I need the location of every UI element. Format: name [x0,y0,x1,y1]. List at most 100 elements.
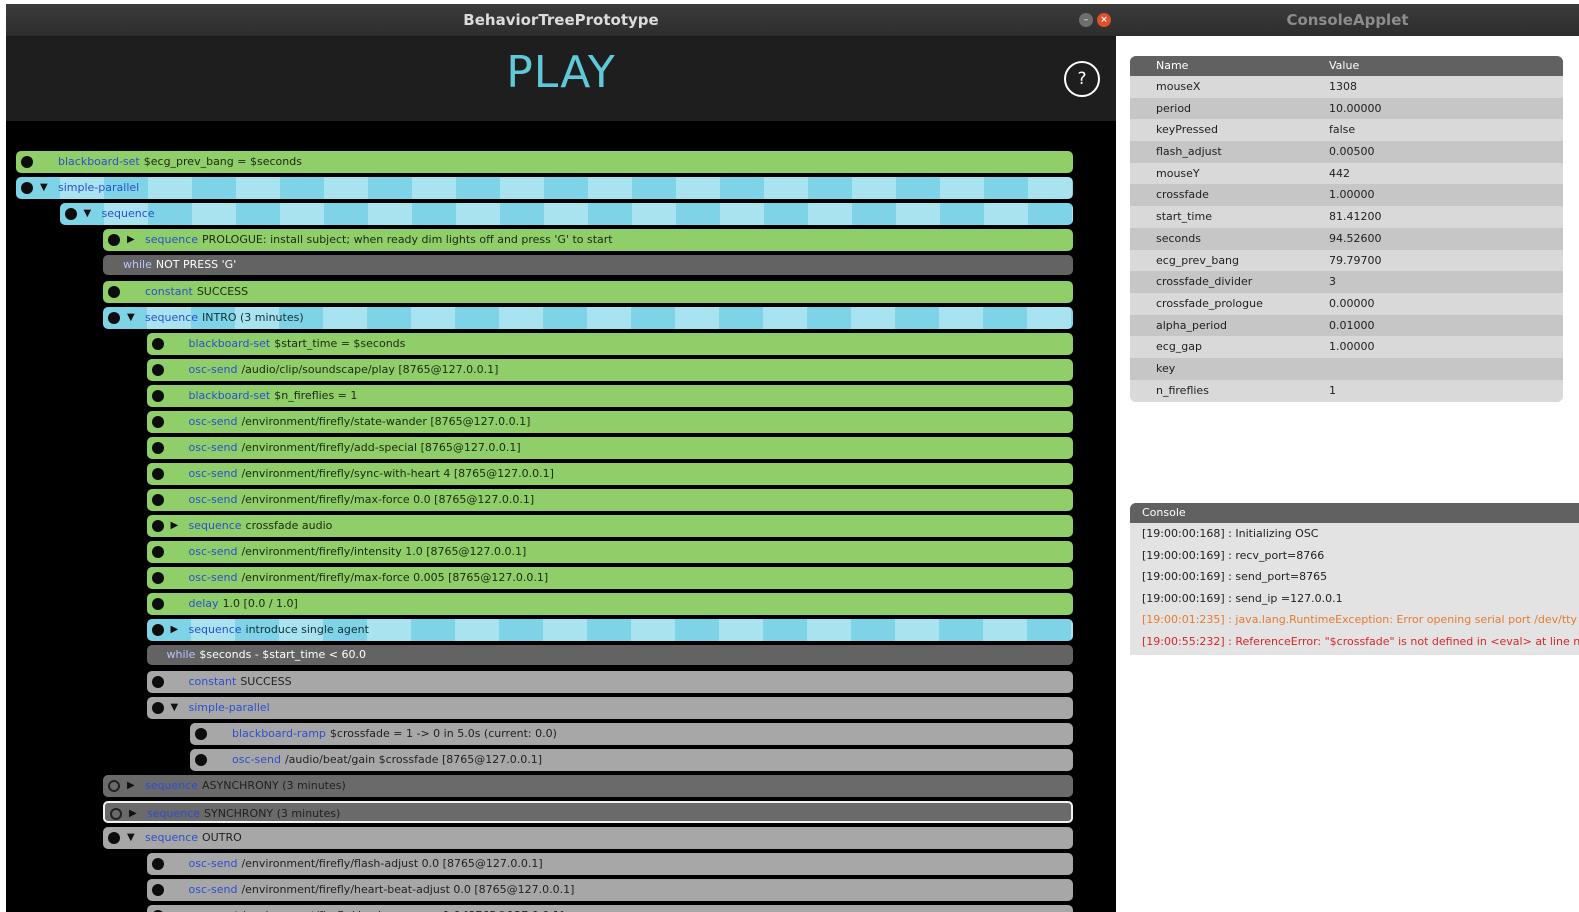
node-status-dot-icon[interactable] [21,182,33,194]
node-type-keyword: osc-send [188,857,238,870]
node-status-dot-icon[interactable] [151,390,164,402]
variable-row[interactable]: n_fireflies 1 [1130,380,1563,402]
collapse-triangle-icon[interactable]: ▼ [127,307,135,329]
node-status-dot-icon[interactable] [64,208,77,220]
tree-node[interactable]: ▶ sequence introduce single agent [146,619,1073,641]
node-status-hollow-icon[interactable] [110,808,122,820]
expand-triangle-icon[interactable]: ▶ [171,619,179,641]
tree-node[interactable]: ▼ simple-parallel [146,697,1073,719]
node-status-dot-icon[interactable] [151,624,164,636]
node-type-keyword: blackboard-ramp [232,727,326,740]
tree-node[interactable]: ▼ simple-parallel [16,177,1073,199]
tree-node[interactable]: ▶ sequence PROLOGUE: install subject; when… [103,229,1073,251]
tree-node[interactable]: osc-send/environment/firefly/state-wande… [146,411,1073,433]
node-status-dot-icon[interactable] [151,676,164,688]
node-type-keyword: blackboard-set [58,155,140,168]
collapse-triangle-icon[interactable]: ▼ [40,177,48,199]
node-status-dot-icon[interactable] [151,416,164,428]
collapse-triangle-icon[interactable]: ▼ [84,203,92,225]
tree-node[interactable]: osc-send/environment/firefly/heart-beat-… [146,879,1073,901]
node-status-hollow-icon[interactable] [108,780,120,792]
node-type-keyword: osc-send [188,883,238,896]
tree-node[interactable]: osc-send/environment/firefly/sync-with-h… [146,463,1073,485]
variable-row[interactable]: mouseY 442 [1130,163,1563,185]
tree-node-label: blackboard-ramp $crossfade = 1 -> 0 in 5.… [232,723,557,745]
node-description: introduce single agent [245,623,369,636]
node-status-dot-icon[interactable] [195,728,207,740]
tree-node[interactable]: ▶ sequence ASYNCHRONY (3 minutes) [103,775,1073,797]
console-log-line: [19:00:55:232] : ReferenceError: "$cross… [1142,634,1579,648]
node-status-dot-icon[interactable] [108,234,120,246]
expand-triangle-icon[interactable]: ▶ [129,803,137,821]
node-status-dot-icon[interactable] [151,546,164,558]
variable-row[interactable]: crossfade_prologue 0.00000 [1130,293,1563,315]
variable-row[interactable]: key [1130,357,1563,380]
node-status-dot-icon[interactable] [151,598,164,610]
tree-node[interactable]: blackboard-set $n_fireflies = 1 [146,385,1073,407]
tree-node[interactable]: osc-send/audio/beat/gain $crossfade [876… [190,749,1073,771]
variable-row[interactable]: crossfade_divider 3 [1130,271,1563,293]
node-status-dot-icon[interactable] [151,858,164,870]
node-status-dot-icon[interactable] [108,312,120,324]
expand-triangle-icon[interactable]: ▶ [127,229,135,251]
collapse-triangle-icon[interactable]: ▼ [127,827,135,849]
tree-node[interactable]: blackboard-ramp $crossfade = 1 -> 0 in 5.… [190,723,1073,745]
node-status-dot-icon[interactable] [151,468,164,480]
node-type-keyword: sequence [145,233,199,246]
tree-node[interactable]: osc-send/environment/firefly/intensity 1… [146,541,1073,563]
tree-node[interactable]: blackboard-set $start_time = $seconds [146,333,1073,355]
node-status-dot-icon[interactable] [151,572,164,584]
tree-node[interactable]: ▶ sequence crossfade audio [146,515,1073,537]
tree-node[interactable]: osc-send/audio/clip/soundscape/play [876… [146,359,1073,381]
node-description: $seconds - $start_time < 60.0 [199,648,366,661]
node-status-dot-icon[interactable] [108,832,120,844]
tree-node-label: constant SUCCESS [189,671,292,693]
tree-node[interactable]: constant SUCCESS [146,671,1073,693]
variable-row[interactable]: ecg_prev_bang 79.79700 [1130,250,1563,272]
tree-node[interactable]: constant SUCCESS [103,281,1073,303]
node-status-dot-icon[interactable] [151,442,164,454]
node-status-dot-icon[interactable] [195,754,207,766]
variable-row[interactable]: ecg_gap 1.00000 [1130,336,1563,358]
tree-node[interactable]: while $seconds - $start_time < 60.0 [146,645,1073,665]
variable-row[interactable]: mouseX 1308 [1130,76,1563,98]
variables-table: Name Value mouseX 1308 period 10.00000 keyPr… [1130,56,1563,402]
tree-node[interactable]: osc-send/environment/firefly/max-force 0… [146,489,1073,511]
node-status-dot-icon[interactable] [151,702,164,714]
node-status-dot-icon[interactable] [151,364,164,376]
variable-row[interactable]: seconds 94.52600 [1130,227,1563,250]
tree-node[interactable]: osc-send/environment/firefly/max-force 0… [146,567,1073,589]
variable-row[interactable]: start_time 81.41200 [1130,206,1563,228]
console-applet-window: ConsoleApplet Name Value mouseX 1308 perio… [1116,4,1579,912]
variable-row[interactable]: crossfade 1.00000 [1130,184,1563,207]
variable-row[interactable]: period 10.00000 [1130,97,1563,120]
tree-node[interactable]: blackboard-set $ecg_prev_bang = $seconds [16,151,1073,173]
variable-row[interactable]: alpha_period 0.01000 [1130,314,1563,337]
node-status-dot-icon[interactable] [151,338,164,350]
tree-node-label: blackboard-set $start_time = $seconds [189,333,406,355]
variable-value: 1.00000 [1329,188,1375,202]
expand-triangle-icon[interactable]: ▶ [171,515,179,537]
tree-node[interactable]: ▼ sequence [59,203,1073,225]
tree-node[interactable]: ▼ sequence INTRO (3 minutes) [103,307,1073,329]
node-status-dot-icon[interactable] [21,156,33,168]
node-status-dot-icon[interactable] [151,520,164,532]
tree-node[interactable]: osc-send/environment/firefly/flash-adjus… [146,853,1073,875]
tree-node[interactable]: delay 1.0 [0.0 / 1.0] [146,593,1073,615]
variable-row[interactable]: keyPressed false [1130,119,1563,141]
tree-node-label: simple-parallel [58,177,139,199]
tree-node[interactable]: osc-send/environment/firefly/add-special… [146,437,1073,459]
node-status-dot-icon[interactable] [151,884,164,896]
tree-node[interactable]: ▼ sequence OUTRO [103,827,1073,849]
tree-node[interactable]: osc-send/environment/firefly/dc-phase-gr… [146,905,1073,912]
variable-row[interactable]: flash_adjust 0.00500 [1130,141,1563,163]
collapse-triangle-icon[interactable]: ▼ [171,697,179,719]
console-titlebar[interactable]: ConsoleApplet [1116,4,1579,36]
node-status-dot-icon[interactable] [151,494,164,506]
tree-node[interactable]: ▶ sequence SYNCHRONY (3 minutes) [103,801,1073,823]
variable-value: 3 [1329,275,1336,289]
expand-triangle-icon[interactable]: ▶ [127,775,135,797]
tree-node[interactable]: while NOT PRESS 'G' [103,255,1073,275]
node-type-keyword: sequence [188,519,242,532]
node-status-dot-icon[interactable] [108,286,120,298]
